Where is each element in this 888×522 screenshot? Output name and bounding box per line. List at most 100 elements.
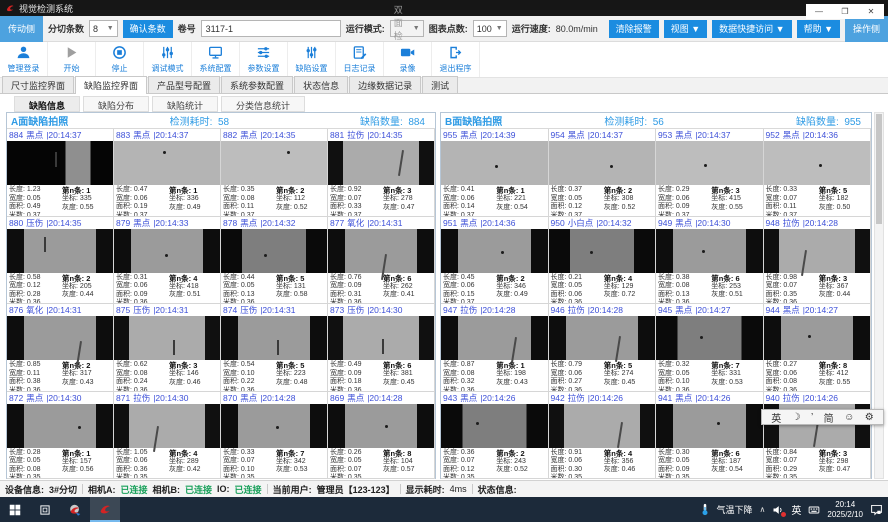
defect-card[interactable]: 950小白点|20:14:32长度: 0.21宽度: 0.05面积: 0.06米… [549, 217, 657, 305]
subtab-3[interactable]: 分类信息统计 [221, 96, 305, 112]
defect-card[interactable]: 878黑点|20:14:32长度: 0.44宽度: 0.05面积: 0.13米数… [221, 217, 328, 305]
operator-side-chip[interactable]: 操作侧 [845, 16, 888, 42]
data-quick-access-button[interactable]: 数据快捷访问 ▼ [712, 20, 791, 38]
defect-card[interactable]: 874压伤|20:14:31长度: 0.54宽度: 0.10面积: 0.22米数… [221, 304, 328, 392]
defect-image[interactable] [328, 404, 434, 448]
tray-expand-chevron[interactable]: ∧ [760, 505, 766, 514]
toolbar-button-stop[interactable]: 停止 [96, 42, 144, 77]
tab-5[interactable]: 边缘数据记录 [349, 76, 421, 93]
view-menu-button[interactable]: 视图 ▼ [664, 20, 707, 38]
defect-card[interactable]: 941黑点|20:14:26长度: 0.30宽度: 0.05面积: 0.09米数… [656, 392, 764, 480]
defect-image[interactable] [7, 229, 113, 273]
subtab-1[interactable]: 缺陷分布 [83, 96, 149, 112]
clear-alarm-button[interactable]: 清除报警 [609, 20, 659, 38]
defect-card[interactable]: 875压伤|20:14:31长度: 0.62宽度: 0.08面积: 0.24米数… [114, 304, 221, 392]
defect-card[interactable]: 871拉伤|20:14:30长度: 1.05宽度: 0.06面积: 0.36米数… [114, 392, 221, 480]
defect-image[interactable] [656, 141, 763, 185]
defect-card[interactable]: 942拉伤|20:14:26长度: 0.91宽度: 0.06面积: 0.30米数… [549, 392, 657, 480]
defect-card[interactable]: 954黑点|20:14:37长度: 0.37宽度: 0.05面积: 0.12米数… [549, 129, 657, 217]
maximize-button[interactable]: ❐ [832, 4, 858, 19]
defect-image[interactable] [764, 229, 871, 273]
roll-number-input[interactable] [201, 20, 341, 37]
defect-card[interactable]: 884黑点|20:14:37长度: 1.23宽度: 0.05面积: 0.49米数… [7, 129, 114, 217]
ime-emoji-icon[interactable]: ☺ [844, 412, 854, 423]
tab-2[interactable]: 产品型号配置 [148, 76, 220, 93]
defect-image[interactable] [441, 404, 548, 448]
toolbar-button-monitor[interactable]: 系统配置 [192, 42, 240, 77]
defect-image[interactable] [221, 404, 327, 448]
defect-image[interactable] [221, 141, 327, 185]
defect-card[interactable]: 882黑点|20:14:35长度: 0.35宽度: 0.08面积: 0.11米数… [221, 129, 328, 217]
toolbar-button-play[interactable]: 开始 [48, 42, 96, 77]
defect-card[interactable]: 946拉伤|20:14:28长度: 0.79宽度: 0.06面积: 0.27米数… [549, 304, 657, 392]
strip-count-select[interactable]: 8▼ [89, 20, 118, 37]
defect-image[interactable] [221, 316, 327, 360]
defect-card[interactable]: 869黑点|20:14:28长度: 0.26宽度: 0.05面积: 0.07米数… [328, 392, 435, 480]
defect-image[interactable] [441, 316, 548, 360]
clock[interactable]: 20:14 2025/2/10 [827, 500, 863, 520]
defect-image[interactable] [441, 229, 548, 273]
volume-button[interactable] [772, 504, 784, 516]
ime-language-indicator[interactable]: 英 [791, 502, 801, 517]
defect-image[interactable] [7, 316, 113, 360]
ime-settings-gear-icon[interactable]: ⚙ [865, 412, 874, 423]
taskbar-app-1[interactable] [60, 497, 90, 522]
defect-card[interactable]: 881拉伤|20:14:35长度: 0.92宽度: 0.07面积: 0.33米数… [328, 129, 435, 217]
defect-image[interactable] [7, 141, 113, 185]
toolbar-button-sliders-vertical2[interactable]: 缺陷设置 [288, 42, 336, 77]
action-center-icon[interactable] [870, 503, 883, 516]
defect-card[interactable]: 870黑点|20:14:28长度: 0.33宽度: 0.07面积: 0.10米数… [221, 392, 328, 480]
ime-fullwidth-icon[interactable]: ☽ [792, 412, 801, 423]
defect-image[interactable] [764, 316, 871, 360]
ime-lang-toggle[interactable]: 英 [771, 410, 781, 425]
tab-1[interactable]: 缺陷监控界面 [75, 76, 147, 94]
defect-card[interactable]: 945黑点|20:14:27长度: 0.32宽度: 0.05面积: 0.10米数… [656, 304, 764, 392]
subtab-2[interactable]: 缺陷统计 [152, 96, 218, 112]
confirm-strip-count-button[interactable]: 确认条数 [123, 20, 173, 38]
defect-card[interactable]: 880压伤|20:14:35长度: 0.58宽度: 0.12面积: 0.28米数… [7, 217, 114, 305]
defect-card[interactable]: 940拉伤|20:14:26长度: 0.84宽度: 0.07面积: 0.29米数… [764, 392, 872, 480]
drive-side-chip[interactable]: 传动侧 [0, 16, 43, 42]
tab-6[interactable]: 测试 [422, 76, 458, 93]
defect-image[interactable] [328, 316, 434, 360]
defect-card[interactable]: 877氧化|20:14:31长度: 0.76宽度: 0.09面积: 0.31米数… [328, 217, 435, 305]
ime-simplified-toggle[interactable]: 简 [824, 410, 834, 425]
toolbar-button-camera[interactable]: 录像 [384, 42, 432, 77]
defect-card[interactable]: 883黑点|20:14:37长度: 0.47宽度: 0.06面积: 0.19米数… [114, 129, 221, 217]
defect-card[interactable]: 879黑点|20:14:33长度: 0.31宽度: 0.06面积: 0.09米数… [114, 217, 221, 305]
defect-card[interactable]: 876氧化|20:14:31长度: 0.85宽度: 0.11面积: 0.38米数… [7, 304, 114, 392]
defect-card[interactable]: 944黑点|20:14:27长度: 0.27宽度: 0.06面积: 0.08米数… [764, 304, 872, 392]
defect-image[interactable] [114, 141, 220, 185]
defect-image[interactable] [549, 404, 656, 448]
toolbar-button-sliders-horizontal[interactable]: 参数设置 [240, 42, 288, 77]
weather-text[interactable]: 气温下降 [717, 503, 753, 516]
defect-image[interactable] [114, 404, 220, 448]
defect-card[interactable]: 955黑点|20:14:39长度: 0.41宽度: 0.06面积: 0.14米数… [441, 129, 549, 217]
defect-card[interactable]: 948拉伤|20:14:28长度: 0.98宽度: 0.07面积: 0.35米数… [764, 217, 872, 305]
defect-image[interactable] [114, 229, 220, 273]
defect-image[interactable] [656, 229, 763, 273]
defect-image[interactable] [328, 141, 434, 185]
toolbar-button-exit[interactable]: 退出程序 [432, 42, 480, 77]
defect-card[interactable]: 949黑点|20:14:30长度: 0.38宽度: 0.08面积: 0.13米数… [656, 217, 764, 305]
defect-card[interactable]: 943黑点|20:14:26长度: 0.36宽度: 0.07面积: 0.12米数… [441, 392, 549, 480]
taskbar-app-2-active[interactable] [90, 497, 120, 522]
defect-image[interactable] [114, 316, 220, 360]
ime-punctuation-icon[interactable]: ’ [811, 412, 813, 423]
run-mode-select[interactable]: 双面检测▼ [390, 20, 424, 37]
tab-0[interactable]: 尺寸监控界面 [2, 76, 74, 93]
defect-card[interactable]: 947拉伤|20:14:28长度: 0.87宽度: 0.08面积: 0.32米数… [441, 304, 549, 392]
defect-image[interactable] [441, 141, 548, 185]
defect-card[interactable]: 952黑点|20:14:36长度: 0.33宽度: 0.07面积: 0.11米数… [764, 129, 872, 217]
defect-card[interactable]: 873压伤|20:14:30长度: 0.49宽度: 0.09面积: 0.18米数… [328, 304, 435, 392]
defect-image[interactable] [764, 141, 871, 185]
toolbar-button-log[interactable]: 日志记录 [336, 42, 384, 77]
defect-image[interactable] [549, 229, 656, 273]
subtab-0[interactable]: 缺陷信息 [14, 96, 80, 112]
defect-card[interactable]: 953黑点|20:14:37长度: 0.29宽度: 0.06面积: 0.09米数… [656, 129, 764, 217]
defect-image[interactable] [549, 141, 656, 185]
defect-image[interactable] [656, 316, 763, 360]
defect-image[interactable] [328, 229, 434, 273]
task-view-button[interactable] [30, 497, 60, 522]
tab-3[interactable]: 系统参数配置 [221, 76, 293, 93]
